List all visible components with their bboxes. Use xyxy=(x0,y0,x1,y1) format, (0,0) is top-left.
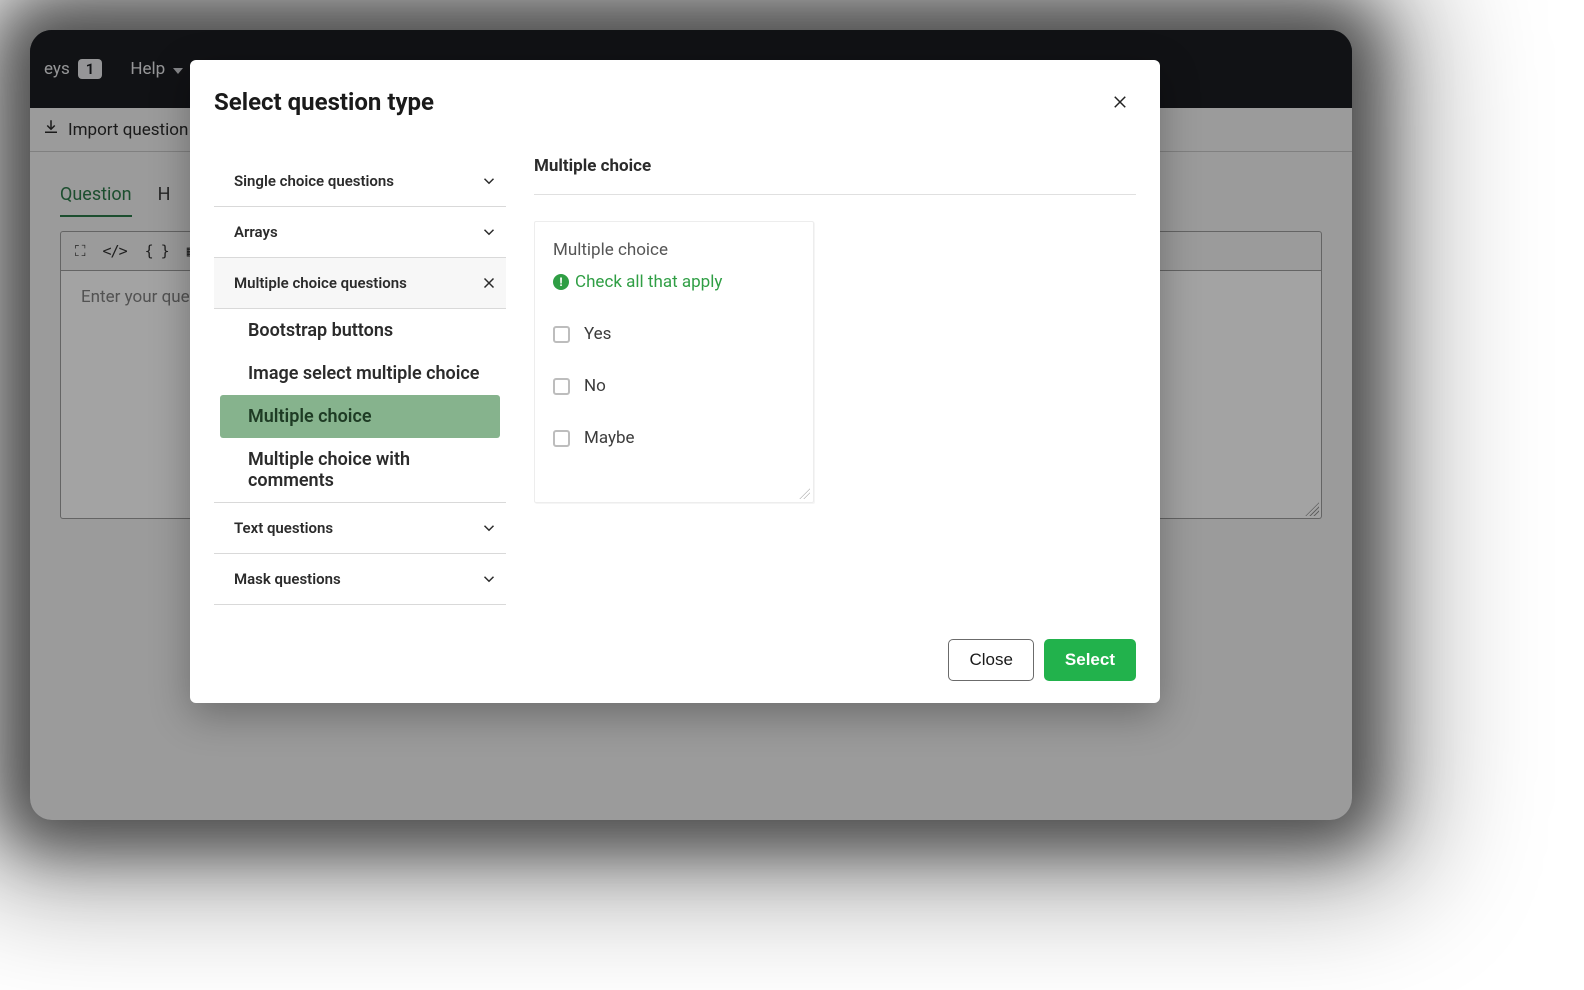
question-type-preview: Multiple choice Multiple choice ! Check … xyxy=(534,156,1136,605)
checkbox-icon xyxy=(553,430,570,447)
preview-hint-text: Check all that apply xyxy=(575,272,722,292)
preview-option: Maybe xyxy=(553,428,795,448)
chevron-down-icon xyxy=(480,570,498,588)
category-label: Text questions xyxy=(234,519,333,537)
checkbox-icon xyxy=(553,326,570,343)
modal-footer: Close Select xyxy=(214,639,1136,681)
checkbox-icon xyxy=(553,378,570,395)
preview-option-label: No xyxy=(584,376,606,396)
category-mask-questions[interactable]: Mask questions xyxy=(214,554,506,605)
chevron-down-icon xyxy=(480,519,498,537)
close-button[interactable]: Close xyxy=(948,639,1033,681)
resize-handle-icon xyxy=(798,487,810,499)
category-multiple-choice-items: Bootstrap buttons Image select multiple … xyxy=(214,309,506,503)
category-single-choice[interactable]: Single choice questions xyxy=(214,156,506,207)
preview-option-label: Yes xyxy=(584,324,611,344)
question-type-categories: Single choice questions Arrays Multiple … xyxy=(214,156,506,605)
qtype-multiple-choice-comments[interactable]: Multiple choice with comments xyxy=(220,438,500,502)
preview-option-label: Maybe xyxy=(584,428,635,448)
modal-close-button[interactable] xyxy=(1104,88,1136,120)
preview-card: Multiple choice ! Check all that apply Y… xyxy=(534,221,814,503)
preview-option: No xyxy=(553,376,795,396)
close-icon xyxy=(1111,93,1129,115)
info-icon: ! xyxy=(553,274,569,290)
qtype-bootstrap-buttons[interactable]: Bootstrap buttons xyxy=(220,309,500,352)
category-label: Arrays xyxy=(234,223,278,241)
modal-title: Select question type xyxy=(214,88,434,116)
preview-card-heading: Multiple choice xyxy=(553,240,795,260)
preview-title: Multiple choice xyxy=(534,156,1136,195)
category-label: Multiple choice questions xyxy=(234,274,407,292)
select-question-type-modal: Select question type Single choice quest… xyxy=(190,60,1160,703)
chevron-down-icon xyxy=(480,223,498,241)
select-button[interactable]: Select xyxy=(1044,639,1136,681)
category-label: Single choice questions xyxy=(234,172,394,190)
preview-option: Yes xyxy=(553,324,795,344)
chevron-down-icon xyxy=(480,172,498,190)
preview-hint: ! Check all that apply xyxy=(553,272,795,292)
category-multiple-choice[interactable]: Multiple choice questions xyxy=(214,258,506,309)
category-text-questions[interactable]: Text questions xyxy=(214,503,506,554)
app-window: eys 1 Help Import question Question H ⛶ … xyxy=(30,30,1352,820)
category-label: Mask questions xyxy=(234,570,341,588)
close-icon xyxy=(480,274,498,292)
category-arrays[interactable]: Arrays xyxy=(214,207,506,258)
qtype-multiple-choice[interactable]: Multiple choice xyxy=(220,395,500,438)
qtype-image-select-multiple[interactable]: Image select multiple choice xyxy=(220,352,500,395)
